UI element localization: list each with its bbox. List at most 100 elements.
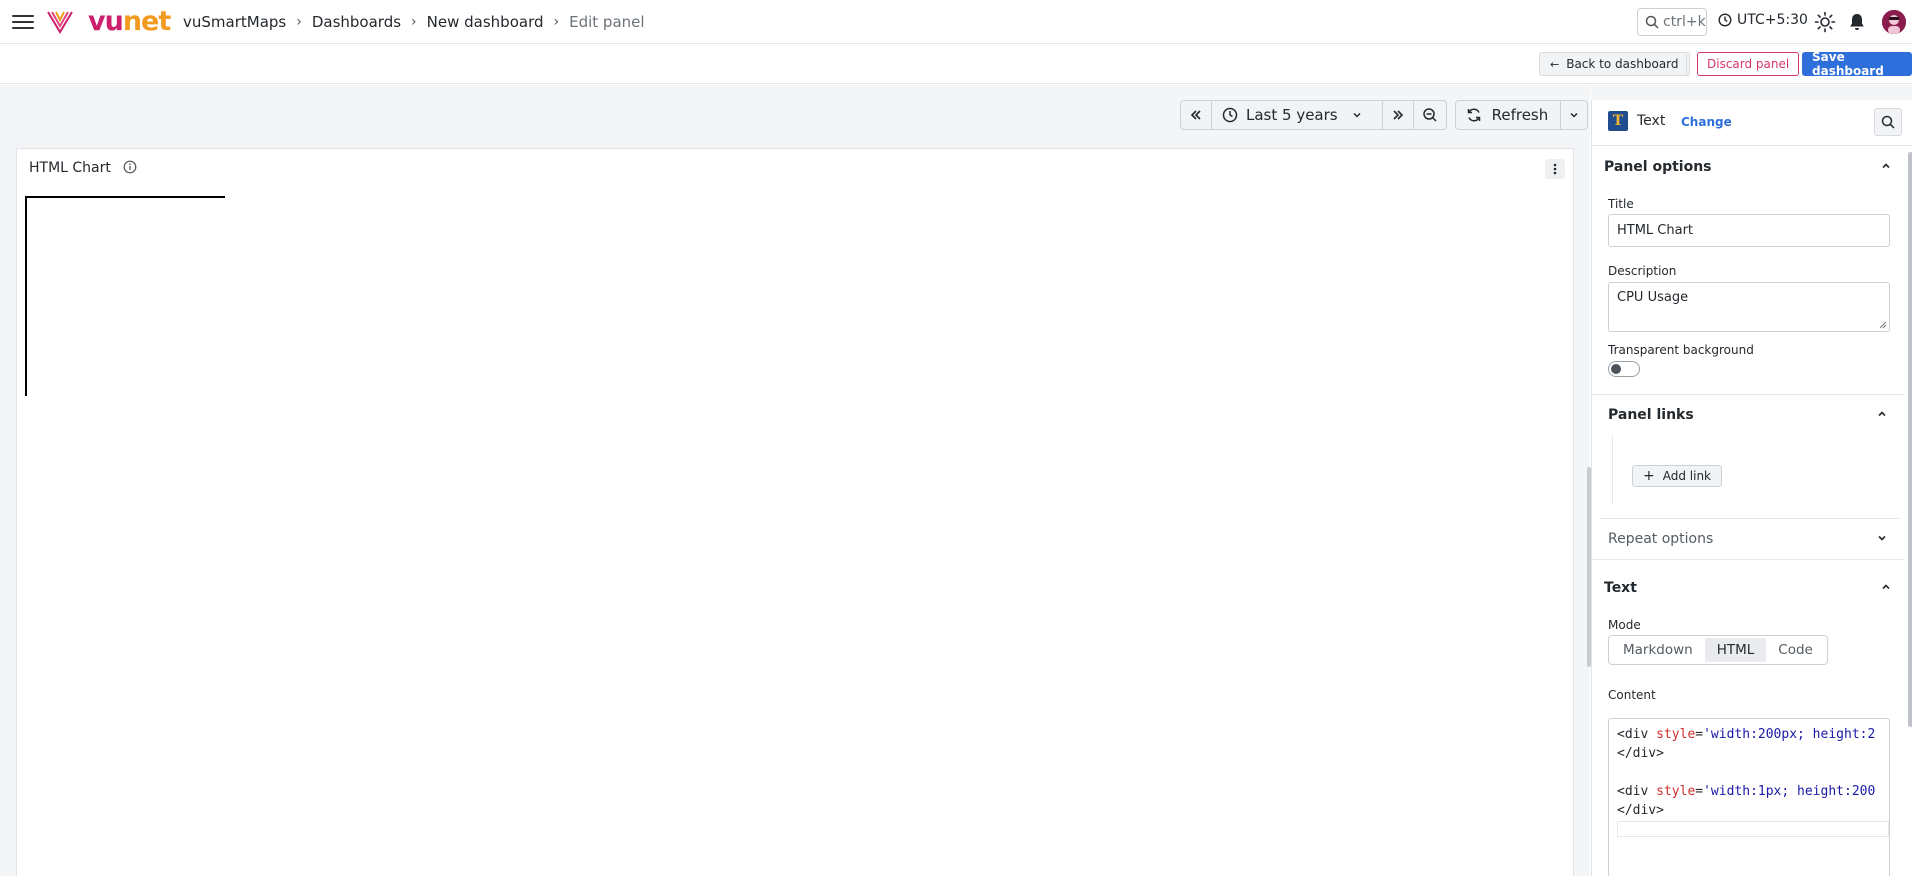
add-link-button[interactable]: + Add link (1632, 465, 1723, 487)
search-icon (1645, 15, 1659, 29)
text-options-heading: Text (1604, 580, 1637, 596)
code-token: = (1695, 784, 1704, 799)
time-shift-back-button[interactable] (1181, 101, 1212, 129)
chevron-down-icon (1353, 112, 1361, 118)
arrow-left-icon: ← (1550, 57, 1560, 71)
mode-option-html[interactable]: HTML (1704, 638, 1767, 662)
options-search-button[interactable] (1874, 108, 1902, 136)
save-dashboard-button[interactable]: Save dashboard (1802, 50, 1912, 78)
chevrons-right-icon (1393, 110, 1403, 120)
chevron-up-icon (1878, 411, 1886, 417)
hamburger-icon[interactable] (12, 12, 34, 32)
sun-icon[interactable] (1814, 11, 1836, 33)
panel-title: HTML Chart (29, 160, 111, 176)
code-line: </div> (1617, 746, 1664, 761)
section-divider (1592, 559, 1904, 560)
code-token: <div (1617, 727, 1649, 742)
plus-icon: + (1643, 468, 1655, 484)
vunet-logo-icon[interactable] (46, 9, 74, 35)
panel-options-header[interactable]: Panel options (1592, 147, 1904, 187)
description-field-label: Description (1608, 264, 1677, 278)
chevron-up-icon (1882, 584, 1890, 590)
refresh-group: Refresh (1454, 100, 1589, 130)
mode-option-markdown[interactable]: Markdown (1611, 638, 1705, 662)
timezone-label: UTC+5:30 (1737, 12, 1808, 28)
toolbar-divider (1686, 54, 1687, 76)
mode-field-label: Mode (1608, 618, 1641, 632)
description-textarea[interactable]: CPU Usage (1608, 282, 1890, 332)
viz-name: Text (1637, 113, 1666, 129)
panel-links-body-rule (1612, 435, 1613, 505)
text-viz-icon: T (1608, 111, 1628, 131)
breadcrumb-separator: › (296, 14, 302, 30)
mode-radio-group: Markdown HTML Code (1608, 635, 1828, 665)
options-scrollbar[interactable] (1908, 152, 1912, 727)
title-input[interactable] (1608, 214, 1890, 247)
refresh-icon (1467, 108, 1480, 122)
breadcrumb-current: Edit panel (569, 13, 645, 31)
clock-icon (1718, 13, 1732, 27)
timezone-button[interactable]: UTC+5:30 (1718, 12, 1808, 28)
breadcrumb-separator: › (553, 14, 560, 30)
repeat-options-heading: Repeat options (1608, 531, 1714, 547)
panel-links-header[interactable]: Panel links (1596, 395, 1900, 435)
visualization-picker: T Text Change (1592, 100, 1912, 146)
options-pane: T Text Change Panel options Title Descri… (1591, 85, 1912, 876)
time-shift-forward-button[interactable] (1383, 101, 1414, 129)
code-line: <div style='width:200px; height:2 (1617, 725, 1889, 744)
code-line: </div> (1617, 803, 1664, 818)
code-token: 'width:200px; height:2 (1703, 727, 1876, 742)
info-icon[interactable] (123, 160, 137, 174)
code-token: 'width:1px; height:200 (1703, 784, 1876, 799)
refresh-button[interactable]: Refresh (1456, 101, 1562, 129)
brand-wordmark[interactable]: vunet (88, 6, 171, 37)
brand-part-2: net (122, 6, 171, 37)
time-range-picker[interactable]: Last 5 years (1212, 101, 1383, 129)
chevron-up-icon (1882, 163, 1890, 169)
refresh-interval-dropdown[interactable] (1561, 101, 1587, 129)
add-link-label: Add link (1662, 469, 1712, 483)
panel-options-heading: Panel options (1604, 159, 1712, 175)
html-content-left-line (25, 196, 27, 396)
edit-panel-toolbar: ← Back to dashboard Discard panel Save d… (0, 44, 1912, 84)
options-pane-inner: T Text Change Panel options Title Descri… (1591, 100, 1912, 876)
zoom-out-icon (1422, 108, 1437, 122)
breadcrumb: vuSmartMaps › Dashboards › New dashboard… (183, 13, 645, 31)
title-field-label: Title (1608, 197, 1634, 211)
breadcrumb-new-dashboard[interactable]: New dashboard (427, 13, 544, 31)
zoom-out-button[interactable] (1414, 101, 1446, 129)
change-viz-button[interactable]: Change (1681, 115, 1732, 129)
breadcrumb-dashboards[interactable]: Dashboards (312, 13, 401, 31)
transparent-background-label: Transparent background (1608, 343, 1754, 357)
toggle-knob (1611, 364, 1621, 374)
chevrons-left-icon (1190, 110, 1201, 120)
breadcrumb-separator: › (411, 14, 417, 30)
time-range-label: Last 5 years (1246, 106, 1338, 124)
clock-icon (1222, 107, 1238, 123)
code-active-line (1617, 821, 1889, 837)
options-scroll-area[interactable]: Panel options Title Description CPU Usag… (1592, 147, 1912, 876)
resize-grip-icon[interactable] (1878, 320, 1887, 329)
transparent-background-toggle[interactable] (1608, 361, 1640, 377)
repeat-options-header[interactable]: Repeat options (1596, 519, 1900, 559)
time-range-group: Last 5 years (1180, 100, 1447, 130)
user-avatar[interactable] (1882, 10, 1906, 34)
panel-links-heading: Panel links (1608, 407, 1694, 423)
discard-panel-button[interactable]: Discard panel (1697, 52, 1800, 76)
text-options-header[interactable]: Text (1592, 568, 1904, 608)
global-search-button[interactable]: ctrl+k (1637, 8, 1707, 36)
mode-option-code[interactable]: Code (1766, 638, 1825, 662)
panel-menu-button[interactable] (1545, 159, 1565, 179)
panel-editor-area: Last 5 years Refresh HTML Chart (0, 85, 1591, 876)
chevron-down-icon (1878, 535, 1886, 541)
content-field-label: Content (1608, 688, 1656, 702)
code-token: style (1656, 784, 1696, 799)
bell-icon[interactable] (1846, 11, 1868, 33)
brand-part-1: vu (88, 6, 124, 37)
back-to-dashboard-button[interactable]: ← Back to dashboard (1539, 52, 1690, 76)
breadcrumb-vusmartmaps[interactable]: vuSmartMaps (183, 13, 286, 31)
top-navbar: vunet vuSmartMaps › Dashboards › New das… (0, 0, 1912, 44)
content-code-editor[interactable]: <div style='width:200px; height:2 </div>… (1608, 718, 1890, 876)
description-value: CPU Usage (1617, 290, 1689, 305)
